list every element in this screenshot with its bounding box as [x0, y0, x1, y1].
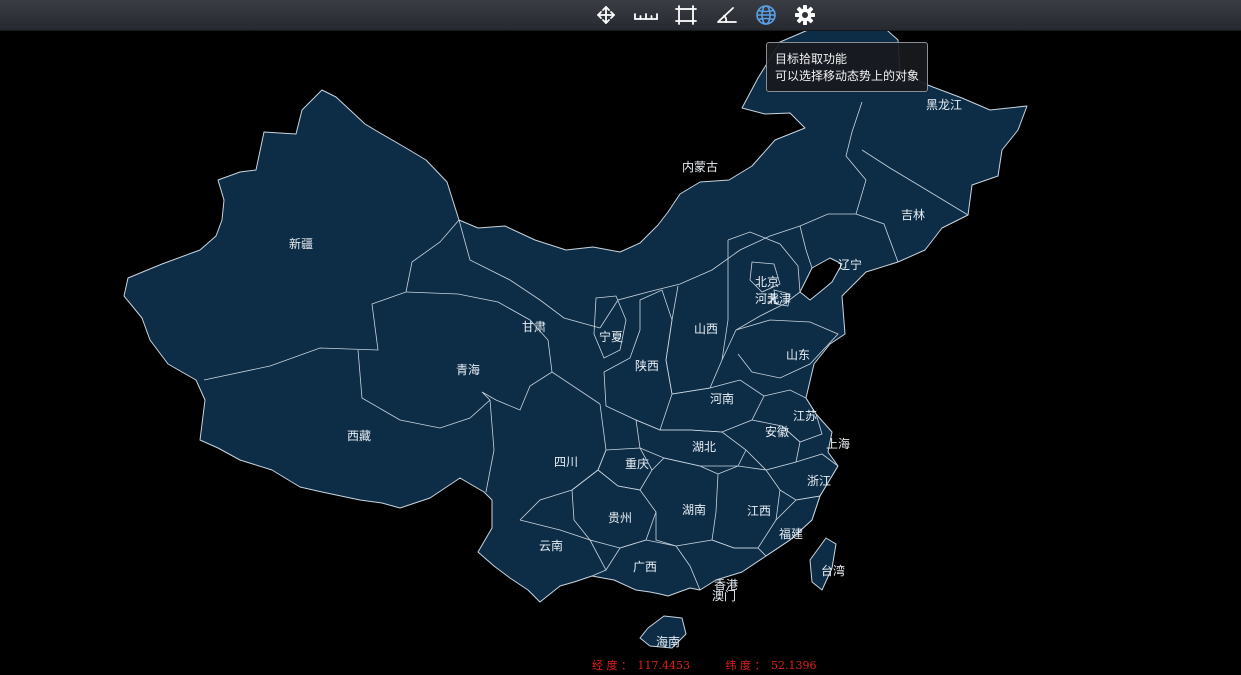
- pick-target-button[interactable]: [751, 2, 781, 28]
- mainland-outline[interactable]: [123, 13, 1028, 603]
- move-arrows-icon: [597, 6, 615, 24]
- label-fujian: 福建: [779, 526, 803, 541]
- label-shanghai: 上海: [826, 436, 850, 451]
- gear-icon: [795, 5, 815, 25]
- label-anhui: 安徽: [765, 424, 789, 439]
- coordinate-readout: 经 度 ： 117.4453 纬 度 ： 52.1396: [592, 657, 817, 673]
- globe-icon: [756, 5, 776, 25]
- label-aomen: 澳门: [712, 588, 736, 603]
- measure-angle-button[interactable]: [711, 2, 741, 28]
- label-shaanxi: 陕西: [635, 358, 659, 373]
- tool-tooltip: 目标拾取功能 可以选择移动态势上的对象: [766, 42, 928, 92]
- label-hunan: 湖南: [682, 502, 706, 517]
- longitude-value: 117.4453: [637, 659, 691, 672]
- label-yunnan: 云南: [539, 538, 563, 553]
- label-sichuan: 四川: [554, 455, 578, 469]
- longitude-label: 经 度 ：: [592, 659, 632, 672]
- map-toolbar: [0, 0, 1241, 31]
- measure-distance-button[interactable]: [631, 2, 661, 28]
- label-guangxi: 广西: [633, 560, 657, 574]
- map-viewer: 黑龙江 内蒙古 吉林 辽宁 北京 天津 河北 新疆 甘肃 宁夏 山西 山东 青海…: [0, 0, 1241, 675]
- label-jiangxi: 江西: [747, 504, 771, 518]
- label-zhejiang: 浙江: [807, 474, 831, 488]
- settings-button[interactable]: [790, 2, 820, 28]
- tooltip-title: 目标拾取功能: [775, 52, 848, 66]
- label-shandong: 山东: [786, 348, 810, 362]
- label-jiangsu: 江苏: [793, 409, 817, 423]
- crop-rectangle-icon: [675, 5, 697, 25]
- label-qinghai: 青海: [456, 362, 480, 377]
- label-gansu: 甘肃: [522, 320, 546, 334]
- label-liaoning: 辽宁: [838, 257, 862, 272]
- label-xinjiang: 新疆: [289, 236, 313, 251]
- label-henan: 河南: [710, 391, 734, 406]
- china-map[interactable]: 黑龙江 内蒙古 吉林 辽宁 北京 天津 河北 新疆 甘肃 宁夏 山西 山东 青海…: [0, 0, 1241, 675]
- ruler-icon: [634, 13, 658, 20]
- label-neimenggu: 内蒙古: [682, 159, 718, 174]
- tooltip-description: 可以选择移动态势上的对象: [775, 69, 920, 83]
- angle-icon: [717, 7, 737, 23]
- label-hebei: 河北: [755, 292, 779, 306]
- label-beijing: 北京: [755, 275, 779, 289]
- measure-area-button[interactable]: [671, 2, 701, 28]
- label-hainan: 海南: [656, 634, 680, 649]
- label-xizang: 西藏: [347, 429, 371, 443]
- label-ningxia: 宁夏: [599, 329, 623, 344]
- pan-tool-button[interactable]: [591, 2, 621, 28]
- label-heilongjiang: 黑龙江: [926, 98, 962, 112]
- label-hubei: 湖北: [692, 439, 716, 454]
- land-group: [123, 13, 1028, 649]
- label-jilin: 吉林: [901, 208, 925, 222]
- label-shanxi: 山西: [694, 322, 718, 336]
- label-chongqing: 重庆: [625, 457, 649, 471]
- latitude-value: 52.1396: [771, 659, 817, 672]
- label-guizhou: 贵州: [608, 511, 632, 525]
- label-taiwan: 台湾: [821, 563, 845, 578]
- latitude-label: 纬 度 ：: [725, 659, 766, 672]
